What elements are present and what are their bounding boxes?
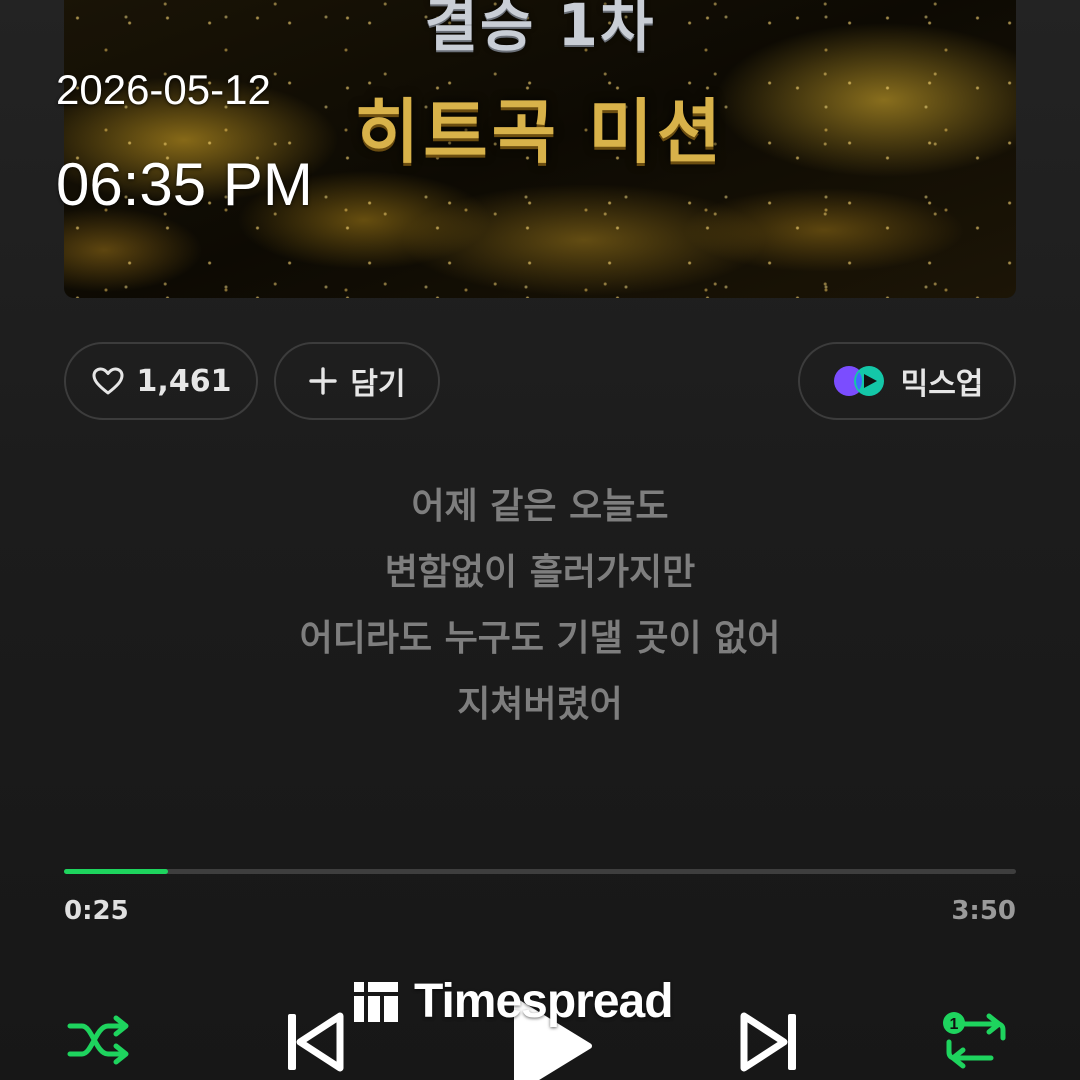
album-art-title-top: 결승 1차 [424,0,656,59]
progress-bar[interactable] [64,869,1016,874]
player-screen: 결승 1차 히트곡 미션 2026-05-12 06:35 PM 1,461 담… [0,0,1080,1080]
add-to-playlist-button[interactable]: 담기 [274,342,440,420]
album-art[interactable]: 결승 1차 히트곡 미션 [64,0,1016,298]
svg-text:1: 1 [950,1016,959,1033]
repeat-button[interactable]: 1 [940,1006,1012,1074]
overlay-date: 2026-05-12 [56,66,271,113]
shuffle-button[interactable] [64,1008,134,1072]
plus-icon [308,366,338,396]
add-label: 담기 [350,367,406,402]
mixup-logo-icon [831,363,889,399]
lyrics-panel[interactable]: 어제 같은 오늘도 변함없이 흘러가지만 어디라도 누구도 기댈 곳이 없어 지… [0,474,1080,738]
like-button[interactable]: 1,461 [64,342,258,420]
repeat-one-icon: 1 [943,1012,1006,1069]
watermark: Timespread [354,974,674,1029]
elapsed-time: 0:25 [64,896,129,926]
skip-previous-icon [288,1012,344,1072]
next-button[interactable] [738,1006,802,1078]
heart-icon [91,366,125,396]
overlay-time: 06:35 PM [56,151,313,218]
lyric-line: 지쳐버렸어 [457,684,623,725]
mixup-button[interactable]: 믹스업 [798,342,1016,420]
like-count: 1,461 [136,363,232,399]
watermark-logo-icon [354,981,398,1022]
skip-next-icon [740,1012,796,1072]
watermark-text: Timespread [414,975,674,1028]
total-time: 3:50 [951,896,1016,926]
mixup-label: 믹스업 [900,367,984,402]
lyric-line: 변함없이 흘러가지만 [384,552,696,593]
progress-fill [64,869,168,874]
previous-button[interactable] [282,1006,346,1078]
lyric-line: 어제 같은 오늘도 [411,486,669,527]
shuffle-icon [67,1015,129,1065]
lyric-line: 어디라도 누구도 기댈 곳이 없어 [299,618,781,659]
